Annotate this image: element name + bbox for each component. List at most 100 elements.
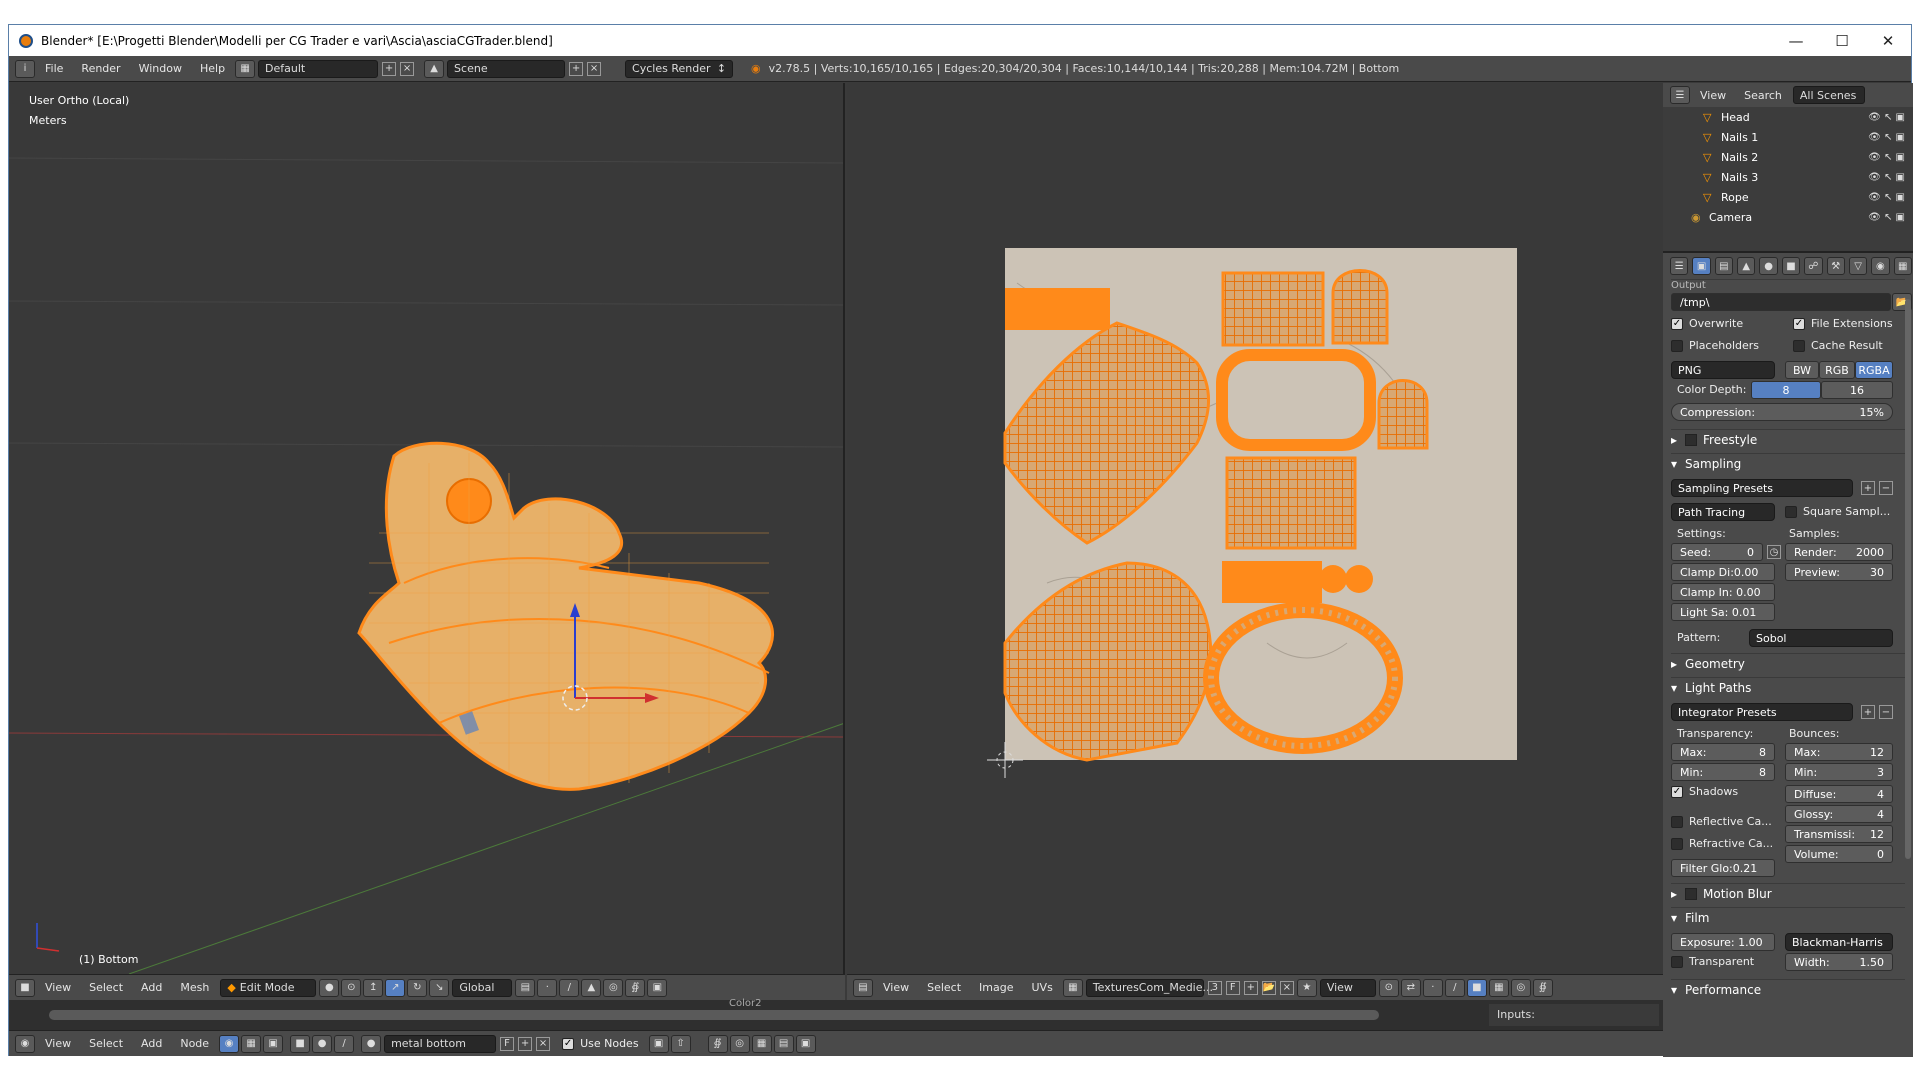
scene-tab-icon[interactable]: ▲ (1737, 257, 1756, 275)
image-fake-user-button[interactable]: F (1225, 980, 1240, 995)
clamp-direct-field[interactable]: Clamp Di:0.00 (1671, 563, 1775, 581)
vertex-select-icon[interactable]: · (537, 978, 558, 997)
sampling-presets-dropdown[interactable]: Sampling Presets (1671, 479, 1853, 497)
uv-menu-image[interactable]: Image (970, 981, 1022, 994)
reflective-caustics-checkbox[interactable]: Reflective Ca... (1671, 815, 1772, 828)
outliner-item[interactable]: ▽ Nails 1 👁 ↖ ▣ (1663, 127, 1913, 147)
outliner-item[interactable]: ▽ Nails 2 👁 ↖ ▣ (1663, 147, 1913, 167)
constraints-tab-icon[interactable]: ☍ (1804, 257, 1823, 275)
color-depth-16[interactable]: 16 (1821, 381, 1893, 399)
proportional-edit-icon[interactable]: ◎ (603, 978, 624, 997)
properties-scrollbar[interactable] (1905, 299, 1911, 859)
manipulator-icon[interactable]: ↥ (363, 978, 384, 997)
world-shader-icon[interactable]: ● (312, 1034, 333, 1053)
node-menu-node[interactable]: Node (171, 1037, 218, 1050)
remove-layout-icon[interactable]: × (400, 61, 415, 76)
shader-nodes-icon[interactable]: ◉ (219, 1034, 240, 1053)
remove-preset-icon[interactable]: − (1879, 481, 1893, 495)
image-browse-icon[interactable]: ▦ (1062, 978, 1083, 997)
scene-field[interactable]: Scene (447, 59, 566, 78)
sampling-section-header[interactable]: ▾ Sampling (1671, 453, 1905, 473)
color-mode-rgb[interactable]: RGB (1819, 361, 1855, 379)
translate-icon[interactable]: ↗ (385, 978, 406, 997)
color-mode-bw[interactable]: BW (1785, 361, 1819, 379)
visibility-toggles[interactable]: 👁 ↖ ▣ (1868, 112, 1905, 123)
object-shader-icon[interactable]: ■ (290, 1034, 311, 1053)
transparent-film-checkbox[interactable]: Transparent (1671, 955, 1754, 968)
mesh-object[interactable] (357, 441, 775, 791)
material-name-field[interactable]: metal bottom (384, 1034, 497, 1053)
filter-glossy-field[interactable]: Filter Glo:0.21 (1671, 859, 1775, 877)
visibility-toggles[interactable]: 👁 ↖ ▣ (1868, 172, 1905, 183)
uv-face-mode-icon[interactable]: ■ (1466, 978, 1487, 997)
pivot-point-icon[interactable]: ⊙ (1378, 978, 1399, 997)
outliner-menu-search[interactable]: Search (1735, 89, 1791, 102)
transparency-max-field[interactable]: Max: 8 (1671, 743, 1775, 761)
material-fake-user-button[interactable]: F (500, 1036, 515, 1051)
uv-island-mode-icon[interactable]: ▦ (1488, 978, 1509, 997)
properties-editor-type-icon[interactable]: ☰ (1670, 257, 1689, 275)
node-menu-select[interactable]: Select (80, 1037, 132, 1050)
screen-layout-field[interactable]: Default (258, 59, 379, 78)
preview-samples-field[interactable]: Preview: 30 (1785, 563, 1893, 581)
menu-select[interactable]: Select (80, 981, 132, 994)
node-snap-element-icon[interactable]: ▦ (751, 1034, 772, 1053)
render-engine-dropdown[interactable]: Cycles Render ↕ (625, 59, 734, 78)
render-samples-field[interactable]: Render: 2000 (1785, 543, 1893, 561)
compression-slider[interactable]: Compression: 15% (1671, 403, 1893, 421)
menu-add[interactable]: Add (132, 981, 171, 994)
scene-icon[interactable]: ▲ (424, 59, 445, 78)
render-tab-icon[interactable]: ▣ (1692, 257, 1711, 275)
image-name-field[interactable]: TexturesCom_Medie... (1085, 978, 1213, 997)
shading-icon[interactable]: ● (319, 978, 340, 997)
modifiers-tab-icon[interactable]: ⚒ (1826, 257, 1845, 275)
color-depth-8[interactable]: 8 (1751, 381, 1821, 399)
uv-editor-type-icon[interactable]: ▤ (853, 978, 873, 997)
transmission-bounces-field[interactable]: Transmissi: 12 (1785, 825, 1893, 843)
integrator-presets-dropdown[interactable]: Integrator Presets (1671, 703, 1853, 721)
node-snap-icon[interactable]: ∯ (707, 1034, 728, 1053)
pattern-dropdown[interactable]: Sobol (1749, 629, 1893, 647)
image-users-count[interactable]: 3 (1207, 980, 1222, 995)
line-style-icon[interactable]: / (334, 1034, 355, 1053)
layers-icon[interactable]: ▤ (515, 978, 536, 997)
output-path-field[interactable]: /tmp\ (1671, 293, 1891, 311)
screen-layout-icon[interactable]: ▦ (235, 59, 256, 78)
use-nodes-checkbox[interactable]: ✓ Use Nodes (562, 1037, 639, 1050)
diffuse-bounces-field[interactable]: Diffuse: 4 (1785, 785, 1893, 803)
material-tab-icon[interactable]: ◉ (1871, 257, 1890, 275)
freestyle-toggle[interactable] (1685, 433, 1698, 446)
close-button[interactable]: ✕ (1865, 25, 1911, 56)
uv-canvas[interactable] (847, 83, 1663, 974)
outliner-item[interactable]: ▽ Rope 👁 ↖ ▣ (1663, 187, 1913, 207)
add-preset-icon[interactable]: + (1861, 481, 1875, 495)
edge-select-icon[interactable]: / (559, 978, 580, 997)
new-material-icon[interactable]: + (518, 1036, 533, 1051)
filter-width-field[interactable]: Width: 1.50 (1785, 953, 1893, 971)
node-snap-mode-icon[interactable]: ◎ (729, 1034, 750, 1053)
uv-proportional-icon[interactable]: ◎ (1510, 978, 1531, 997)
viewport-canvas[interactable] (9, 83, 845, 974)
texture-tab-icon[interactable]: ▦ (1893, 257, 1912, 275)
open-image-icon[interactable]: 📂 (1261, 980, 1276, 995)
film-section-header[interactable]: ▾ Film (1671, 907, 1905, 927)
outliner-menu-view[interactable]: View (1691, 89, 1735, 102)
file-format-dropdown[interactable]: PNG (1671, 361, 1775, 379)
square-samples-checkbox[interactable]: Square Sampl... (1785, 505, 1890, 518)
uv-snap-icon[interactable]: ∯ (1532, 978, 1553, 997)
node-menu-view[interactable]: View (36, 1037, 80, 1050)
visibility-toggles[interactable]: 👁 ↖ ▣ (1868, 212, 1905, 223)
visibility-toggles[interactable]: 👁 ↖ ▣ (1868, 132, 1905, 143)
unlink-material-icon[interactable]: × (536, 1036, 551, 1051)
shadows-checkbox[interactable]: ✓ Shadows (1671, 785, 1738, 798)
node-editor-area[interactable]: Color2 Inputs: (9, 998, 1663, 1030)
menu-help[interactable]: Help (191, 62, 234, 75)
cache-result-checkbox[interactable]: Cache Result (1793, 339, 1883, 352)
file-extensions-checkbox[interactable]: ✓ File Extensions (1793, 317, 1893, 330)
snap-icon[interactable]: ∯ (625, 978, 646, 997)
node-editor-scrollbar[interactable] (49, 1010, 1379, 1020)
uv-menu-select[interactable]: Select (918, 981, 970, 994)
compositing-nodes-icon[interactable]: ▣ (263, 1034, 284, 1053)
exposure-field[interactable]: Exposure: 1.00 (1671, 933, 1775, 951)
render-preview-icon[interactable]: ▣ (647, 978, 668, 997)
